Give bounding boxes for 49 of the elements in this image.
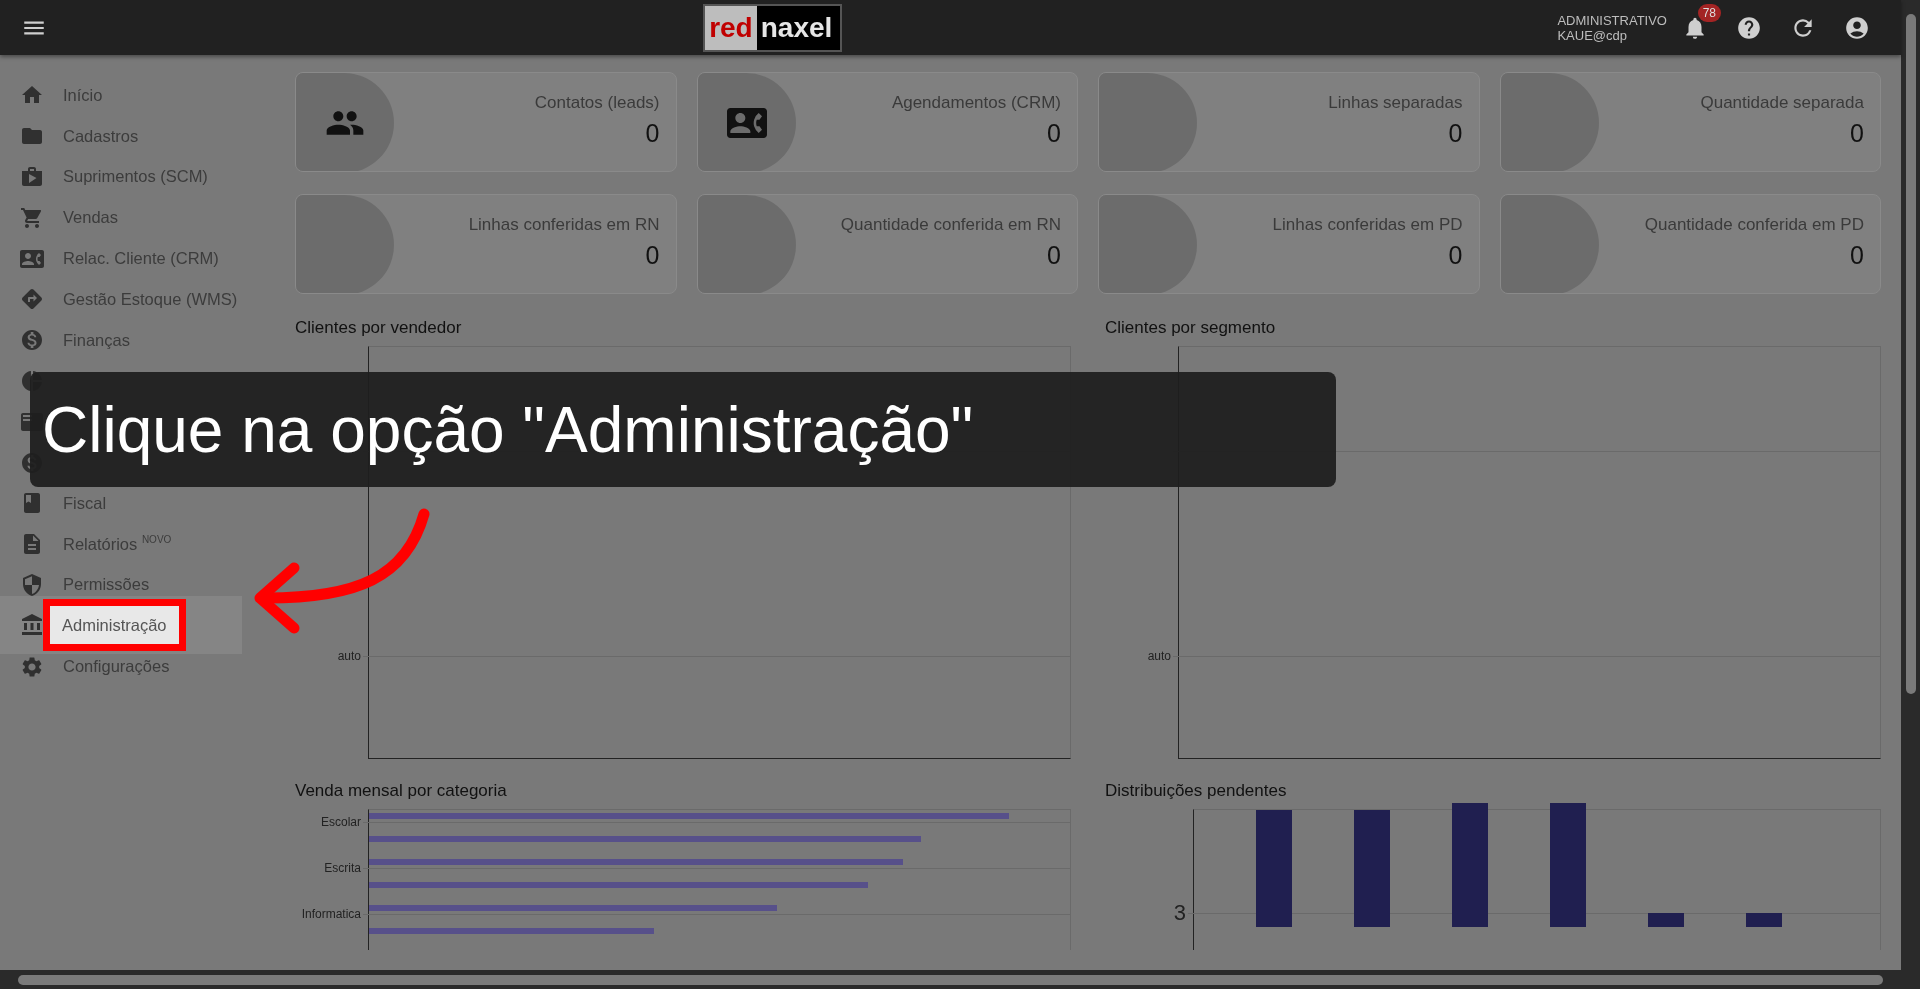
sidebar-item[interactable]: Administração [0,596,242,655]
card-label: Contatos (leads) [534,93,660,113]
settings-icon [20,654,44,679]
axis-label: auto [337,649,361,663]
vertical-scrollbar[interactable] [1901,0,1920,989]
user-role: ADMINISTRATIVO [1557,12,1667,28]
logo: red naxel [703,3,843,52]
dollar-icon [20,328,44,353]
card-value: 0 [645,119,660,148]
card-label: Quantidade conferida em PD [1644,215,1864,235]
cart-icon [20,205,44,230]
card-label: Linhas conferidas em RN [468,215,660,235]
sidebar-item[interactable]: Relac. Cliente (CRM) [0,238,242,279]
sidebar-item[interactable]: Gestão Estoque (WMS) [0,279,242,320]
card-value: 0 [1047,241,1061,270]
instruction-tooltip: Clique na opção "Administração" [30,372,1336,487]
card-value: 0 [1850,241,1864,270]
card-value: 0 [1448,119,1463,148]
card-label: Linhas separadas [1328,93,1463,113]
axis-label: Escrita [324,861,361,875]
axis-label: Informatica [301,907,361,921]
diamond-arrow-icon [20,287,44,312]
chart-title: Clientes por segmento [1105,318,1277,338]
notification-count: 78 [1697,3,1721,22]
card-label: Linhas conferidas em PD [1272,215,1463,235]
axis-label: auto [1147,649,1171,663]
bank-icon [20,613,44,638]
card-label: Agendamentos (CRM) [891,93,1061,113]
chart-title: Clientes por vendedor [295,318,463,338]
sidebar-item[interactable]: Início [0,75,242,116]
sidebar-item[interactable]: Relatórios $^{NOVO}$ [0,523,242,565]
horizontal-scrollbar[interactable] [0,970,1901,989]
sidebar-item[interactable]: Suprimentos (SCM) [0,156,242,198]
card-value: 0 [645,241,660,270]
card-value: 0 [1448,241,1463,270]
axis-label: Escolar [321,815,361,829]
sidebar-item[interactable]: Finanças [0,319,242,361]
card-value: 0 [1850,119,1864,148]
shopping-bag-icon [20,165,44,189]
sidebar-item[interactable]: Cadastros [0,115,242,157]
chart-title: Distribuições pendentes [1105,781,1288,801]
card-value: 0 [1047,119,1061,148]
axis-label: 3 [1173,900,1186,926]
card-label: Quantidade separada [1700,93,1864,113]
card-label: Quantidade conferida em RN [840,215,1061,235]
sidebar-item[interactable]: Vendas [0,197,242,239]
chart-title: Venda mensal por categoria [295,781,508,801]
shield-icon [20,572,44,597]
user-name: KAUE@cdp [1557,27,1628,43]
